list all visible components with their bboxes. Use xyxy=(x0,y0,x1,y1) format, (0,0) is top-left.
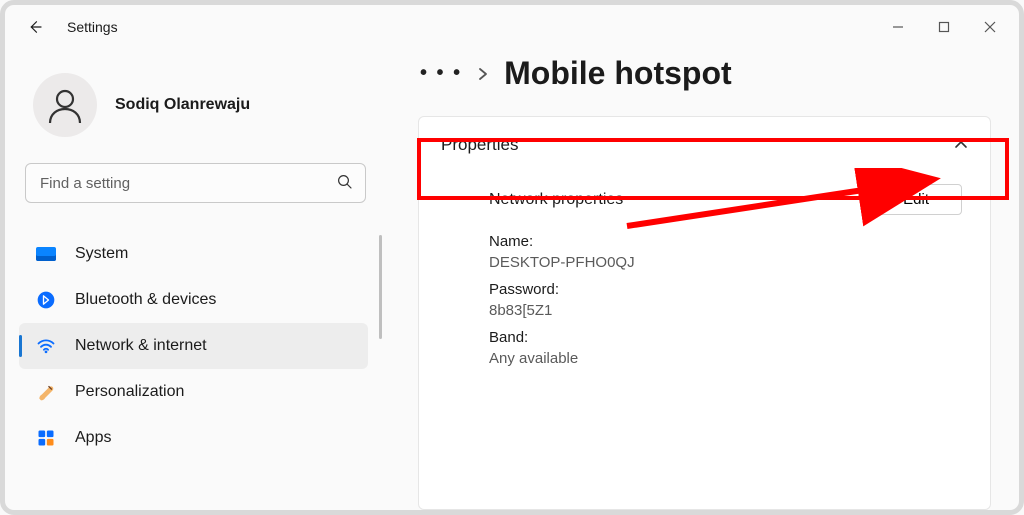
properties-body: Network properties Edit Name: DESKTOP-PF… xyxy=(419,174,990,397)
sidebar-item-label: System xyxy=(75,245,128,263)
sidebar: Sodiq Olanrewaju System xyxy=(5,49,390,510)
properties-expander[interactable]: Properties xyxy=(419,117,990,174)
titlebar: Settings xyxy=(5,5,1019,49)
apps-icon xyxy=(35,427,57,449)
chevron-right-icon xyxy=(478,67,488,81)
arrow-left-icon xyxy=(26,18,44,36)
back-button[interactable] xyxy=(23,15,47,39)
card-header-label: Properties xyxy=(441,135,518,155)
account-block[interactable]: Sodiq Olanrewaju xyxy=(19,67,372,163)
scrollbar[interactable] xyxy=(379,235,382,339)
search-input[interactable] xyxy=(25,163,366,203)
sidebar-item-system[interactable]: System xyxy=(19,231,368,277)
sidebar-item-label: Bluetooth & devices xyxy=(75,291,216,309)
edit-button[interactable]: Edit xyxy=(870,184,962,215)
band-label: Band: xyxy=(489,329,962,346)
account-name: Sodiq Olanrewaju xyxy=(115,96,250,114)
search-icon xyxy=(336,173,354,191)
nav-list: System Bluetooth & devices Network & int… xyxy=(19,231,372,461)
sidebar-item-label: Network & internet xyxy=(75,337,207,355)
breadcrumb: • • • Mobile hotspot xyxy=(418,55,991,92)
close-icon xyxy=(984,21,996,33)
sidebar-item-bluetooth[interactable]: Bluetooth & devices xyxy=(19,277,368,323)
name-value: DESKTOP-PFHO0QJ xyxy=(489,254,962,271)
wifi-icon xyxy=(35,335,57,357)
breadcrumb-ellipsis[interactable]: • • • xyxy=(420,62,462,85)
window-title: Settings xyxy=(67,19,118,35)
sidebar-item-label: Apps xyxy=(75,429,111,447)
sidebar-item-personalization[interactable]: Personalization xyxy=(19,369,368,415)
properties-card: Properties Network properties Edit Name:… xyxy=(418,116,991,510)
bluetooth-icon xyxy=(35,289,57,311)
section-title: Network properties xyxy=(489,191,623,209)
sidebar-item-label: Personalization xyxy=(75,383,184,401)
maximize-icon xyxy=(938,21,950,33)
sidebar-item-apps[interactable]: Apps xyxy=(19,415,368,461)
main-content: • • • Mobile hotspot Properties Network … xyxy=(390,49,1019,510)
sidebar-item-network[interactable]: Network & internet xyxy=(19,323,368,369)
minimize-icon xyxy=(892,21,904,33)
minimize-button[interactable] xyxy=(875,11,921,43)
system-icon xyxy=(35,243,57,265)
page-title: Mobile hotspot xyxy=(504,55,732,92)
maximize-button[interactable] xyxy=(921,11,967,43)
name-label: Name: xyxy=(489,233,962,250)
person-icon xyxy=(45,85,85,125)
chevron-up-icon xyxy=(954,138,968,152)
password-label: Password: xyxy=(489,281,962,298)
paintbrush-icon xyxy=(35,381,57,403)
password-value: 8b83[5Z1 xyxy=(489,302,962,319)
band-value: Any available xyxy=(489,350,962,367)
close-button[interactable] xyxy=(967,11,1013,43)
avatar xyxy=(33,73,97,137)
